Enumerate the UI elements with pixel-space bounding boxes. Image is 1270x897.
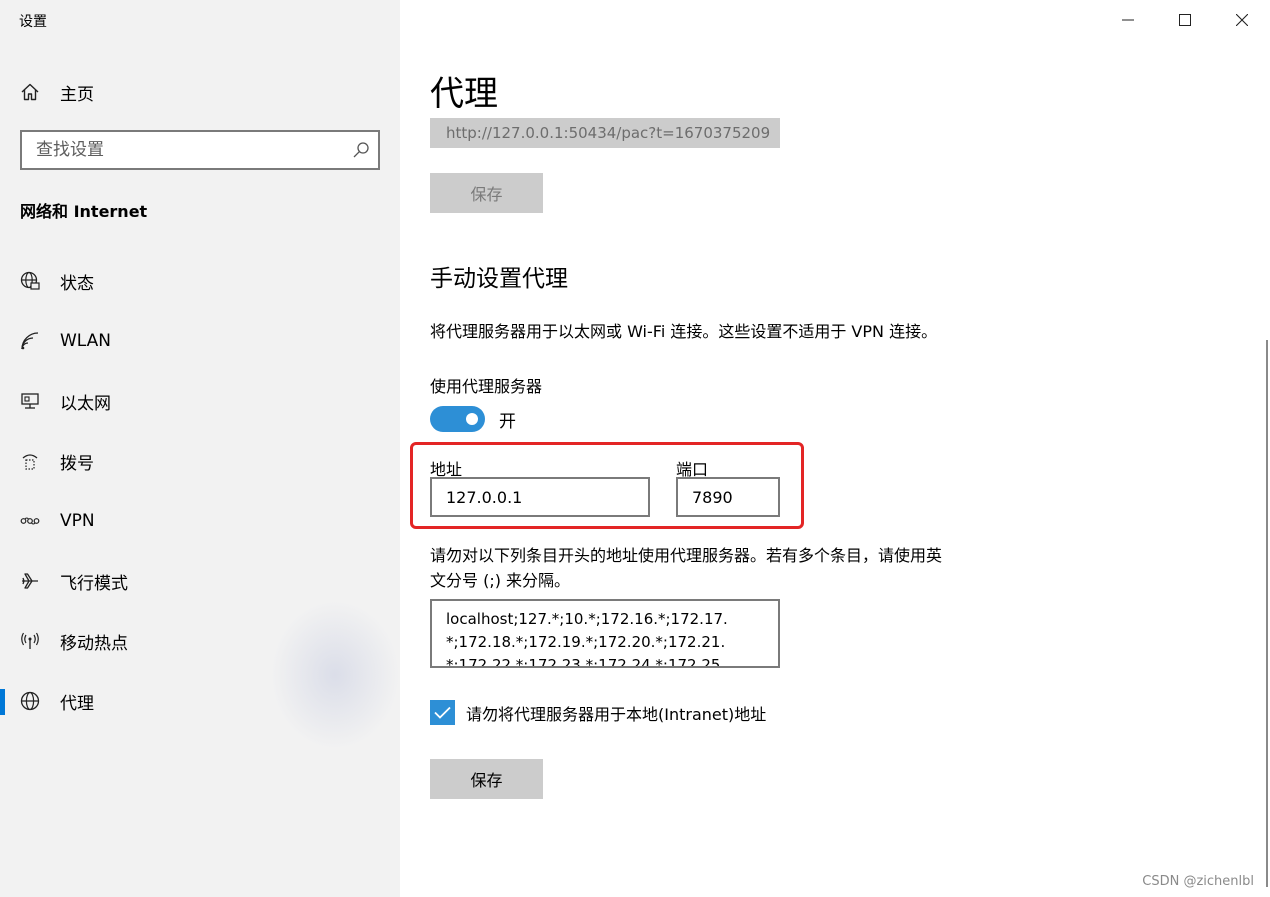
wifi-icon <box>20 331 40 351</box>
sidebar-item-label: 状态 <box>60 273 94 294</box>
dialup-icon <box>20 451 40 471</box>
exceptions-line: localhost;127.*;10.*;172.16.*;172.17. <box>446 610 728 628</box>
watermark: CSDN @zichenlbl <box>1142 874 1254 889</box>
sidebar-item-status[interactable]: 状态 <box>0 251 400 311</box>
section-title: 网络和 Internet <box>20 202 148 221</box>
sidebar-item-label: 以太网 <box>60 393 111 414</box>
scrollbar[interactable] <box>1266 340 1268 887</box>
save-script-button: 保存 <box>430 173 543 213</box>
toggle-knob <box>466 413 478 425</box>
checkmark-icon <box>434 706 451 719</box>
search-box[interactable] <box>20 130 380 170</box>
sidebar: 设置 主页 网络和 Internet 状态 <box>0 0 400 897</box>
main-content: 代理 http://127.0.0.1:50434/pac?t=16703752… <box>400 0 1270 897</box>
ethernet-icon <box>20 391 40 411</box>
use-proxy-label: 使用代理服务器 <box>430 377 543 396</box>
exceptions-description: 请勿对以下列条目开头的地址使用代理服务器。若有多个条目，请使用英 文分号 (;)… <box>430 543 1000 593</box>
sidebar-item-ethernet[interactable]: 以太网 <box>0 371 400 431</box>
exceptions-line: *;172.18.*;172.19.*;172.20.*;172.21. <box>446 633 726 651</box>
globe-icon <box>20 691 40 711</box>
sidebar-item-label: 移动热点 <box>60 633 128 654</box>
address-input[interactable] <box>430 477 650 517</box>
exceptions-description-line: 请勿对以下列条目开头的地址使用代理服务器。若有多个条目，请使用英 <box>430 546 943 565</box>
use-proxy-toggle-row[interactable]: 开 <box>430 406 516 432</box>
search-input[interactable] <box>36 140 352 160</box>
sidebar-item-label: 拨号 <box>60 453 94 474</box>
page-title: 代理 <box>430 74 498 114</box>
use-proxy-toggle[interactable] <box>430 406 485 432</box>
airplane-icon <box>20 571 40 591</box>
save-button[interactable]: 保存 <box>430 759 543 799</box>
bypass-local-checkbox[interactable] <box>430 700 455 725</box>
bypass-local-row[interactable]: 请勿将代理服务器用于本地(Intranet)地址 <box>430 700 766 725</box>
sidebar-item-label: 代理 <box>60 693 94 714</box>
exceptions-description-line: 文分号 (;) 来分隔。 <box>430 571 571 590</box>
exceptions-textarea[interactable]: localhost;127.*;10.*;172.16.*;172.17. *;… <box>430 599 780 668</box>
sidebar-nav: 状态 WLAN 以太网 拨号 VPN 飞行模式 移动热点 代理 <box>0 251 400 731</box>
bypass-local-label: 请勿将代理服务器用于本地(Intranet)地址 <box>466 704 767 724</box>
port-input[interactable] <box>676 477 780 517</box>
manual-proxy-description: 将代理服务器用于以太网或 Wi-Fi 连接。这些设置不适用于 VPN 连接。 <box>430 322 938 341</box>
toggle-state-label: 开 <box>499 411 516 432</box>
hotspot-icon <box>20 631 40 651</box>
sidebar-item-proxy[interactable]: 代理 <box>0 671 400 731</box>
home-icon <box>21 83 39 101</box>
sidebar-item-label: WLAN <box>60 331 112 351</box>
sidebar-item-vpn[interactable]: VPN <box>0 491 400 551</box>
search-icon[interactable] <box>352 141 370 159</box>
exceptions-line: *;172.22.*;172.23.*;172.24.*;172.25. <box>446 656 726 668</box>
sidebar-home[interactable]: 主页 <box>20 78 380 106</box>
app-title: 设置 <box>19 14 47 30</box>
vpn-icon <box>20 511 40 531</box>
sidebar-item-label: VPN <box>60 511 95 531</box>
sidebar-item-hotspot[interactable]: 移动热点 <box>0 611 400 671</box>
sidebar-item-label: 飞行模式 <box>60 573 128 594</box>
pac-script-address-field: http://127.0.0.1:50434/pac?t=1670375209 <box>430 118 780 148</box>
manual-proxy-heading: 手动设置代理 <box>430 266 568 292</box>
sidebar-item-dialup[interactable]: 拨号 <box>0 431 400 491</box>
sidebar-item-airplane[interactable]: 飞行模式 <box>0 551 400 611</box>
sidebar-item-wlan[interactable]: WLAN <box>0 311 400 371</box>
home-label: 主页 <box>60 84 94 105</box>
globe-status-icon <box>20 271 40 291</box>
